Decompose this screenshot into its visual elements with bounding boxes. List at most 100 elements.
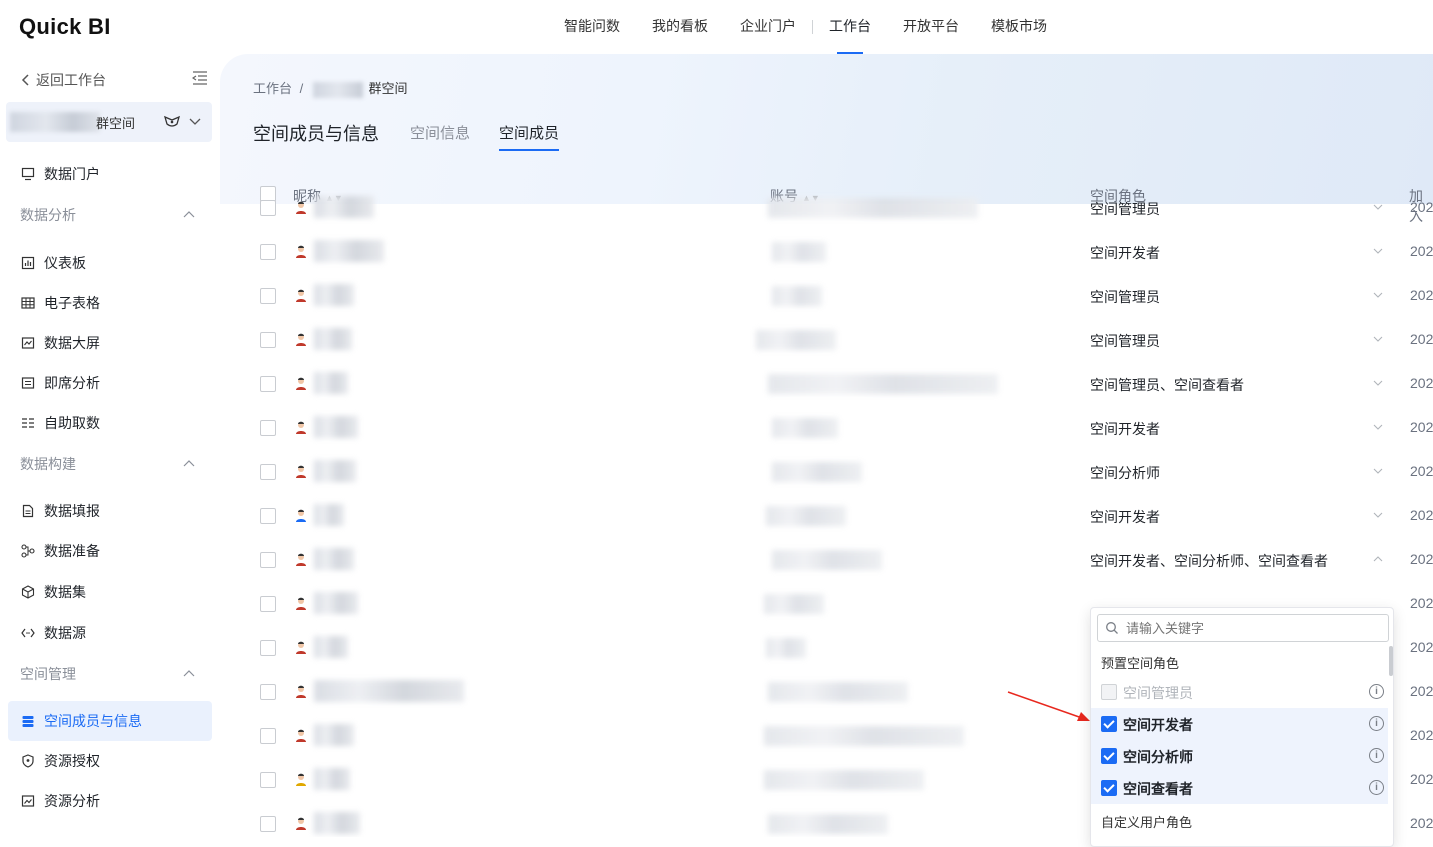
sidebar-item-dashboard[interactable]: 仪表板 — [20, 253, 86, 273]
logo[interactable]: Quick BI — [19, 14, 111, 40]
role-option-label: 空间管理员 — [1123, 685, 1193, 701]
role-cell[interactable]: 空间管理员 — [1090, 287, 1160, 307]
sidebar-item-spreadsheet[interactable]: 电子表格 — [20, 293, 100, 313]
row-checkbox[interactable] — [260, 816, 276, 832]
user-avatar-icon — [296, 773, 306, 786]
join-date: 202 — [1410, 683, 1433, 699]
role-option-developer[interactable]: 空间开发者 i — [1091, 708, 1388, 740]
account-redacted — [772, 286, 822, 306]
role-search-input[interactable] — [1097, 614, 1389, 642]
row-checkbox[interactable] — [260, 640, 276, 656]
role-option-label: 空间开发者 — [1123, 717, 1193, 733]
chevron-down-icon[interactable] — [1372, 421, 1384, 433]
row-checkbox[interactable] — [260, 772, 276, 788]
chevron-down-icon[interactable] — [1372, 289, 1384, 301]
table-row: 空间管理员、空间查看者 202 — [220, 372, 1433, 420]
role-cell[interactable]: 空间开发者 — [1090, 243, 1160, 263]
role-checkbox[interactable] — [1101, 748, 1117, 764]
info-icon[interactable]: i — [1369, 716, 1384, 731]
nav-smart-qa[interactable]: 智能问数 — [548, 0, 636, 54]
sidebar-item-resource[interactable]: 资源分析 — [20, 791, 100, 811]
group-space-management[interactable]: 空间管理 — [20, 664, 195, 684]
role-cell[interactable]: 空间开发者 — [1090, 419, 1160, 439]
row-checkbox[interactable] — [260, 244, 276, 260]
sidebar-item-label: 资源分析 — [44, 793, 100, 809]
role-checkbox[interactable] — [1101, 780, 1117, 796]
row-checkbox[interactable] — [260, 552, 276, 568]
dropdown-scrollbar[interactable] — [1389, 646, 1393, 676]
table-row: 空间开发者、空间分析师、空间查看者 202 — [220, 548, 1433, 596]
user-avatar-icon — [296, 245, 306, 258]
tab-space-info[interactable]: 空间信息 — [410, 122, 470, 143]
sidebar-item-dataset[interactable]: 数据集 — [20, 582, 86, 602]
row-checkbox[interactable] — [260, 464, 276, 480]
role-cell[interactable]: 空间管理员、空间查看者 — [1090, 375, 1244, 395]
account-redacted — [756, 330, 836, 350]
sidebar-item-datasource[interactable]: 数据源 — [20, 623, 86, 643]
chevron-down-icon[interactable] — [1372, 465, 1384, 477]
data-flow-icon — [20, 543, 36, 559]
nav-template-market[interactable]: 模板市场 — [975, 0, 1063, 54]
role-option-viewer[interactable]: 空间查看者 i — [1091, 772, 1388, 804]
role-cell[interactable]: 空间开发者、空间分析师、空间查看者 — [1090, 551, 1328, 571]
row-checkbox[interactable] — [260, 508, 276, 524]
nav-my-boards[interactable]: 我的看板 — [636, 0, 724, 54]
code-brackets-icon — [20, 625, 36, 641]
chevron-down-icon[interactable] — [1372, 201, 1384, 213]
sidebar-item-screen[interactable]: 数据大屏 — [20, 333, 100, 353]
sidebar-item-portal[interactable]: 数据门户 — [20, 164, 100, 184]
sidebar-item-fill[interactable]: 数据填报 — [20, 501, 100, 521]
row-checkbox[interactable] — [260, 332, 276, 348]
role-option-label: 空间查看者 — [1123, 781, 1193, 797]
group-data-build[interactable]: 数据构建 — [20, 454, 195, 474]
info-icon[interactable]: i — [1369, 780, 1384, 795]
user-avatar-icon — [296, 817, 306, 830]
chevron-down-icon[interactable] — [1372, 333, 1384, 345]
row-checkbox[interactable] — [260, 728, 276, 744]
user-avatar-icon — [296, 421, 306, 434]
sidebar-item-adhoc[interactable]: 即席分析 — [20, 373, 100, 393]
role-cell[interactable]: 空间管理员 — [1090, 199, 1160, 219]
chevron-up-icon[interactable] — [1372, 553, 1384, 565]
breadcrumb-root[interactable]: 工作台 — [253, 81, 292, 96]
row-checkbox[interactable] — [260, 596, 276, 612]
sidebar-item-members[interactable]: 空间成员与信息 — [20, 711, 142, 731]
group-data-analysis[interactable]: 数据分析 — [20, 205, 195, 225]
info-icon[interactable]: i — [1369, 684, 1384, 699]
role-option-analyst[interactable]: 空间分析师 i — [1091, 740, 1388, 772]
row-checkbox[interactable] — [260, 376, 276, 392]
shield-icon — [20, 753, 36, 769]
nav-workbench[interactable]: 工作台 — [813, 0, 887, 54]
user-avatar-icon — [296, 377, 306, 390]
nav-open-platform[interactable]: 开放平台 — [887, 0, 975, 54]
form-icon — [20, 503, 36, 519]
breadcrumb-current: 群空间 — [368, 81, 408, 96]
role-cell[interactable]: 空间开发者 — [1090, 507, 1160, 527]
chevron-down-icon[interactable] — [1372, 377, 1384, 389]
nav-enterprise-portal[interactable]: 企业门户 — [724, 0, 812, 54]
role-checkbox[interactable] — [1101, 716, 1117, 732]
info-icon[interactable]: i — [1369, 748, 1384, 763]
role-cell[interactable]: 空间分析师 — [1090, 463, 1160, 483]
chevron-down-icon[interactable] — [1372, 245, 1384, 257]
row-checkbox[interactable] — [260, 288, 276, 304]
back-to-workbench[interactable]: 返回工作台 — [20, 70, 106, 90]
chevron-down-icon[interactable] — [1372, 509, 1384, 521]
breadcrumb-redacted — [312, 81, 363, 98]
account-redacted — [764, 594, 824, 614]
role-cell[interactable]: 空间管理员 — [1090, 331, 1160, 351]
collapse-sidebar-icon[interactable] — [192, 71, 208, 85]
user-avatar-icon — [296, 201, 306, 214]
sidebar-item-auth[interactable]: 资源授权 — [20, 751, 100, 771]
join-date: 202 — [1410, 507, 1433, 523]
join-date: 202 — [1410, 815, 1433, 831]
sidebar-item-selfservice[interactable]: 自助取数 — [20, 413, 100, 433]
workspace-selector[interactable]: 群空间 — [6, 102, 212, 142]
row-checkbox[interactable] — [260, 420, 276, 436]
self-service-icon — [20, 415, 36, 431]
sidebar-item-prepare[interactable]: 数据准备 — [20, 541, 100, 561]
row-checkbox[interactable] — [260, 200, 276, 216]
row-checkbox[interactable] — [260, 684, 276, 700]
tab-space-members[interactable]: 空间成员 — [499, 122, 560, 151]
join-date: 202 — [1410, 639, 1433, 655]
